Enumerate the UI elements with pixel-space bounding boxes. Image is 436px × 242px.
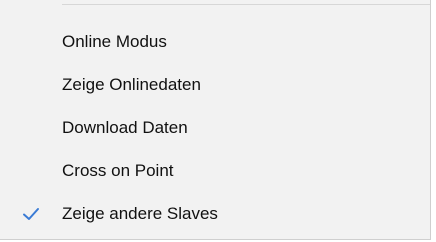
checkmark-icon bbox=[22, 207, 40, 221]
menu-item-label: Zeige Onlinedaten bbox=[62, 75, 201, 94]
menu-item-zeige-onlinedaten[interactable]: Zeige Onlinedaten bbox=[0, 67, 430, 103]
menu-item-check-cell bbox=[0, 110, 62, 146]
menu-item-check-cell bbox=[0, 67, 62, 103]
menu-item-zeige-andere-slaves[interactable]: Zeige andere Slaves bbox=[0, 196, 430, 232]
menu-item-label: Zeige andere Slaves bbox=[62, 204, 218, 223]
context-menu: Online Modus Zeige Onlinedaten Download … bbox=[0, 0, 431, 240]
menu-item-check-cell bbox=[0, 24, 62, 60]
menu-item-cross-on-point[interactable]: Cross on Point bbox=[0, 153, 430, 189]
menu-item-download-daten[interactable]: Download Daten bbox=[0, 110, 430, 146]
menu-item-online-modus[interactable]: Online Modus bbox=[0, 24, 430, 60]
menu-item-label: Download Daten bbox=[62, 118, 188, 137]
menu-item-check-cell bbox=[0, 153, 62, 189]
screenshot-stage: Online Modus Zeige Onlinedaten Download … bbox=[0, 0, 436, 242]
menu-item-label: Cross on Point bbox=[62, 161, 174, 180]
menu-item-label: Online Modus bbox=[62, 32, 167, 51]
menu-item-check-cell bbox=[0, 196, 62, 232]
